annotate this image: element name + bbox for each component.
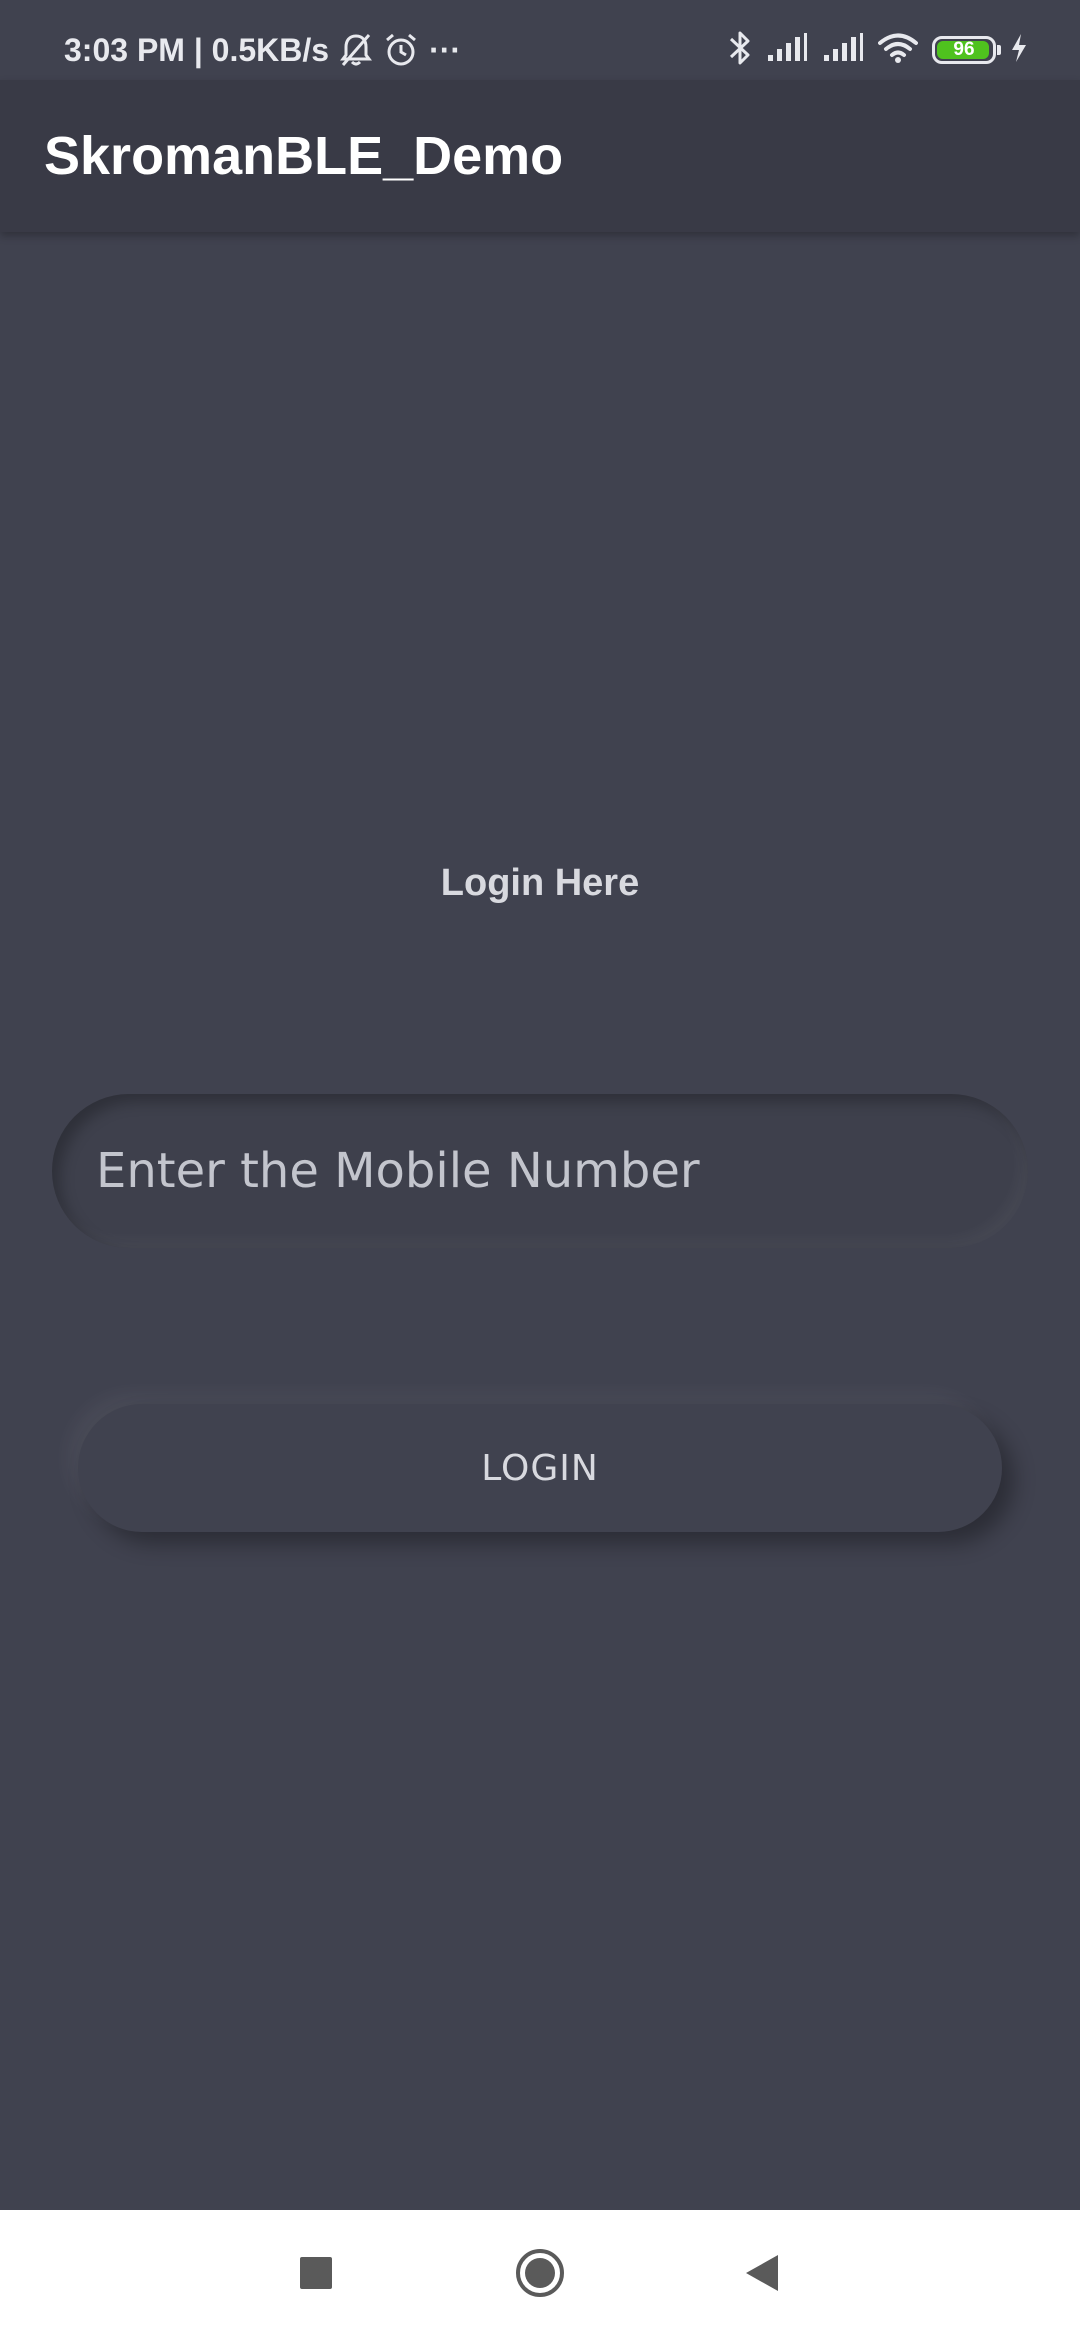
signal-icon	[822, 33, 864, 67]
app-title: SkromanBLE_Demo	[44, 126, 564, 186]
time-speed-text: 3:03 PM | 0.5KB/s	[64, 31, 330, 68]
recents-button[interactable]	[266, 2210, 366, 2340]
bluetooth-icon	[728, 29, 752, 71]
app-bar: SkromanBLE_Demo	[0, 80, 1080, 232]
charging-icon	[1010, 33, 1028, 67]
alarm-icon	[383, 32, 419, 68]
status-bar: 3:03 PM | 0.5KB/s ··· 96	[0, 0, 1080, 80]
recents-icon	[299, 2256, 333, 2294]
login-button[interactable]: LOGIN	[78, 1404, 1002, 1532]
mobile-number-input[interactable]	[52, 1094, 1028, 1248]
battery-level: 96	[953, 39, 975, 60]
more-icon: ···	[429, 31, 462, 68]
home-button[interactable]	[490, 2210, 590, 2340]
signal-icon	[766, 33, 808, 67]
navigation-bar	[0, 2210, 1080, 2340]
login-heading: Login Here	[440, 862, 640, 904]
home-icon	[514, 2247, 566, 2303]
login-button-label: LOGIN	[481, 1447, 599, 1489]
wifi-icon	[878, 32, 918, 68]
back-icon	[744, 2253, 780, 2297]
back-button[interactable]	[712, 2210, 812, 2340]
battery-icon: 96	[932, 36, 1001, 64]
mute-bell-icon	[339, 32, 373, 68]
